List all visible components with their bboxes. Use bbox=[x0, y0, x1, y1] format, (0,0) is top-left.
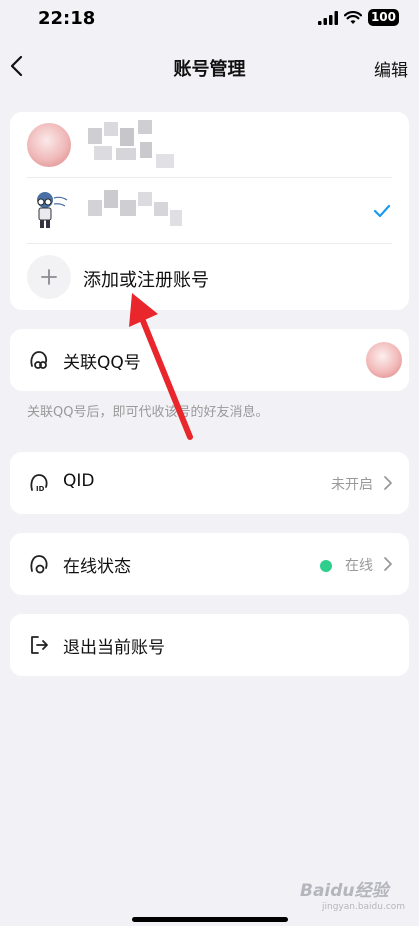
home-indicator[interactable] bbox=[132, 917, 288, 922]
signal-icon bbox=[317, 10, 338, 25]
watermark-logo: Baidu经验 bbox=[300, 881, 389, 901]
chevron-right-icon bbox=[384, 557, 392, 571]
logout-label: 退出当前账号 bbox=[63, 638, 165, 658]
qid-icon: ID bbox=[30, 474, 48, 493]
add-account-row[interactable]: 添加或注册账号 bbox=[10, 244, 409, 310]
online-status-label: 在线状态 bbox=[63, 557, 131, 577]
wifi-icon bbox=[343, 10, 362, 24]
linked-qq-row[interactable]: 关联QQ号 bbox=[10, 329, 409, 391]
edit-button[interactable]: 编辑 bbox=[374, 56, 408, 81]
account-row[interactable] bbox=[10, 112, 409, 178]
add-account-button[interactable] bbox=[27, 255, 71, 299]
status-time: 22:18 bbox=[38, 8, 96, 29]
account-row-current[interactable] bbox=[10, 178, 409, 244]
logout-row[interactable]: 退出当前账号 bbox=[10, 614, 409, 676]
linked-qq-hint: 关联QQ号后，即可代收该号的好友消息。 bbox=[27, 405, 269, 420]
accounts-card: 添加或注册账号 bbox=[10, 112, 409, 310]
linked-avatar bbox=[366, 342, 402, 378]
add-account-label: 添加或注册账号 bbox=[83, 270, 209, 291]
status-bar: 22:18 100 bbox=[0, 0, 419, 38]
linked-qq-label: 关联QQ号 bbox=[63, 353, 141, 373]
chevron-right-icon bbox=[384, 476, 392, 490]
svg-text:ID: ID bbox=[36, 485, 45, 493]
qq-link-icon bbox=[30, 351, 48, 369]
nav-bar: 账号管理 编辑 bbox=[0, 40, 419, 94]
qid-label: QID bbox=[63, 471, 95, 491]
status-icons: 100 bbox=[317, 9, 399, 26]
watermark-url: jingyan.baidu.com bbox=[322, 902, 406, 912]
online-status-value: 在线 bbox=[345, 558, 373, 574]
logout-icon bbox=[31, 636, 48, 654]
check-icon bbox=[373, 204, 391, 218]
online-dot bbox=[320, 560, 332, 572]
page-title: 账号管理 bbox=[173, 59, 246, 80]
avatar bbox=[27, 188, 71, 232]
online-status-icon bbox=[30, 555, 48, 574]
online-status-row[interactable]: 在线状态 在线 bbox=[10, 533, 409, 595]
qid-row[interactable]: ID QID 未开启 bbox=[10, 452, 409, 514]
qid-value: 未开启 bbox=[331, 477, 373, 493]
avatar bbox=[27, 123, 71, 167]
plus-icon bbox=[41, 269, 57, 285]
battery-indicator: 100 bbox=[367, 9, 399, 26]
